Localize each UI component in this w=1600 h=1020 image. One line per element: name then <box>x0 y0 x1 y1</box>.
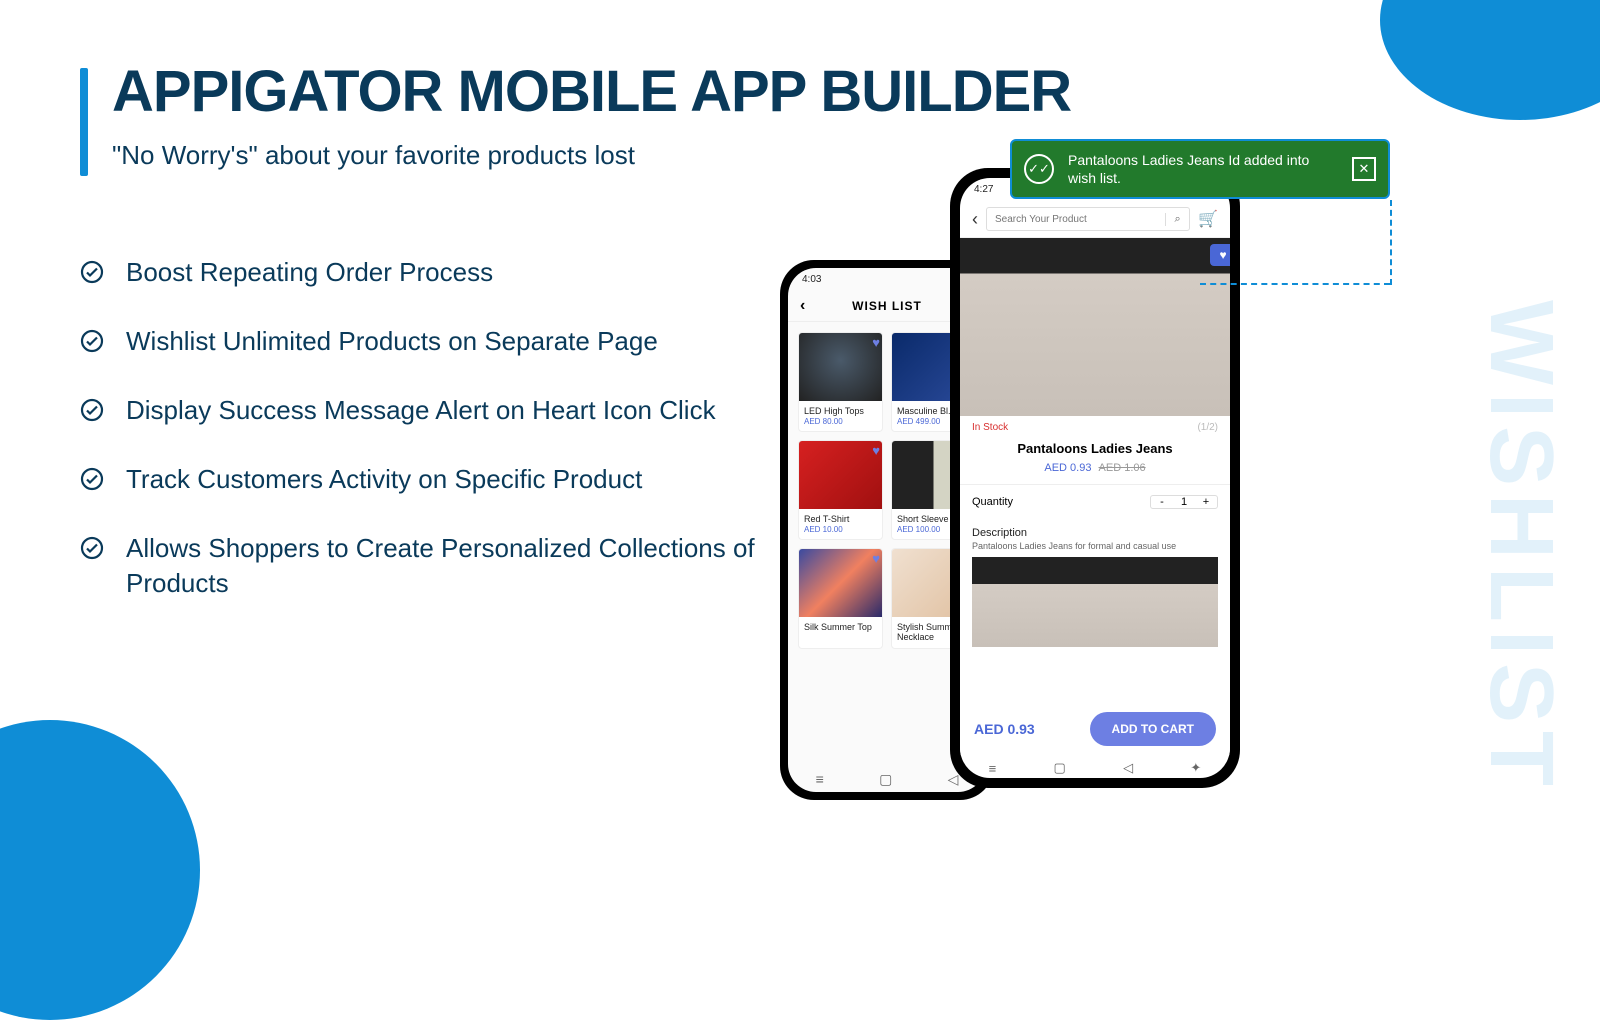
product-name: LED High Tops <box>799 401 882 417</box>
heart-icon[interactable]: ♥ <box>872 443 880 458</box>
nav-menu-icon[interactable]: ≡ <box>989 761 997 776</box>
android-nav-bar: ≡ ▢ ◁ <box>788 771 986 788</box>
close-icon[interactable]: ✕ <box>1352 157 1376 181</box>
check-icon <box>80 398 104 422</box>
quantity-label: Quantity <box>972 496 1013 508</box>
product-image <box>799 549 882 617</box>
image-counter: (1/2) <box>1197 422 1218 433</box>
decor-corner-top-right <box>1380 0 1600 120</box>
check-icon <box>80 329 104 353</box>
feature-item: Display Success Message Alert on Heart I… <box>80 393 760 428</box>
feature-list: Boost Repeating Order Process Wishlist U… <box>80 255 760 636</box>
product-old-price: AED 1.06 <box>1099 462 1146 474</box>
wishlist-title: WISH LIST <box>852 299 922 313</box>
check-icon <box>80 467 104 491</box>
check-icon <box>80 260 104 284</box>
nav-back-icon[interactable]: ◁ <box>1123 760 1133 776</box>
heart-icon[interactable]: ♥ <box>872 335 880 350</box>
search-input[interactable] <box>987 214 1165 225</box>
title-accent-bar <box>80 68 88 176</box>
wishlist-card[interactable]: ♥ Red T-Shirt AED 10.00 <box>798 440 883 540</box>
product-price: AED 10.00 <box>799 525 882 539</box>
check-icon <box>80 536 104 560</box>
back-icon[interactable]: ‹ <box>800 297 806 315</box>
description-heading: Description <box>960 519 1230 541</box>
back-icon[interactable]: ‹ <box>972 209 978 230</box>
nav-menu-icon[interactable]: ≡ <box>816 771 824 788</box>
android-nav-bar: ≡ ▢ ◁ ✦ <box>960 760 1230 776</box>
callout-connector <box>1200 283 1390 285</box>
product-name: Silk Summer Top <box>799 617 882 633</box>
description-image <box>972 557 1218 647</box>
product-name: Red T-Shirt <box>799 509 882 525</box>
cart-icon[interactable]: 🛒 <box>1198 209 1218 229</box>
product-price: AED 80.00 <box>799 417 882 431</box>
qty-value: 1 <box>1173 496 1195 508</box>
bottom-bar-price: AED 0.93 <box>974 721 1035 737</box>
product-hero-image: ♥ <box>960 238 1230 416</box>
feature-item: Allows Shoppers to Create Personalized C… <box>80 531 760 601</box>
decor-corner-bottom-left <box>0 720 200 1020</box>
success-toast: ✓✓ Pantaloons Ladies Jeans Id added into… <box>1010 139 1390 199</box>
heart-icon[interactable]: ♥ <box>872 551 880 566</box>
nav-home-icon[interactable]: ▢ <box>1054 760 1066 776</box>
qty-minus-button[interactable]: - <box>1151 496 1173 508</box>
feature-text: Allows Shoppers to Create Personalized C… <box>126 531 760 601</box>
status-time: 4:03 <box>802 274 821 285</box>
product-price <box>799 633 882 638</box>
product-image <box>799 441 882 509</box>
feature-text: Boost Repeating Order Process <box>126 255 493 290</box>
qty-plus-button[interactable]: + <box>1195 496 1217 508</box>
toast-message: Pantaloons Ladies Jeans Id added into wi… <box>1068 151 1338 187</box>
product-name: Pantaloons Ladies Jeans <box>960 439 1230 458</box>
wishlist-vertical-label: WISHLIST <box>1469 300 1572 794</box>
feature-item: Wishlist Unlimited Products on Separate … <box>80 324 760 359</box>
page-title: APPIGATOR MOBILE APP BUILDER <box>112 58 1071 125</box>
product-price: AED 0.93 <box>1044 462 1091 474</box>
search-field[interactable]: ⌕ <box>986 207 1190 231</box>
description-text: Pantaloons Ladies Jeans for formal and c… <box>960 541 1230 557</box>
product-image <box>799 333 882 401</box>
wishlist-card[interactable]: ♥ Silk Summer Top <box>798 548 883 649</box>
quantity-stepper[interactable]: - 1 + <box>1150 495 1218 509</box>
page-subtitle: "No Worry's" about your favorite product… <box>112 140 635 171</box>
status-time: 4:27 <box>974 184 993 195</box>
feature-text: Wishlist Unlimited Products on Separate … <box>126 324 658 359</box>
nav-accessibility-icon[interactable]: ✦ <box>1190 760 1201 776</box>
feature-item: Boost Repeating Order Process <box>80 255 760 290</box>
search-icon[interactable]: ⌕ <box>1165 213 1189 226</box>
heart-icon[interactable]: ♥ <box>1210 244 1230 266</box>
callout-connector <box>1390 200 1392 285</box>
wishlist-card[interactable]: ♥ LED High Tops AED 80.00 <box>798 332 883 432</box>
nav-back-icon[interactable]: ◁ <box>948 771 959 788</box>
stock-status: In Stock <box>972 422 1008 433</box>
add-to-cart-button[interactable]: ADD TO CART <box>1090 712 1216 746</box>
feature-text: Display Success Message Alert on Heart I… <box>126 393 716 428</box>
feature-text: Track Customers Activity on Specific Pro… <box>126 462 642 497</box>
feature-item: Track Customers Activity on Specific Pro… <box>80 462 760 497</box>
nav-home-icon[interactable]: ▢ <box>879 771 892 788</box>
check-icon: ✓✓ <box>1024 154 1054 184</box>
phone-product-mockup: 4:27 ◉ ◉ ▮ ‹ ⌕ 🛒 ♥ In Stock (1/2) Pantal… <box>950 168 1240 788</box>
